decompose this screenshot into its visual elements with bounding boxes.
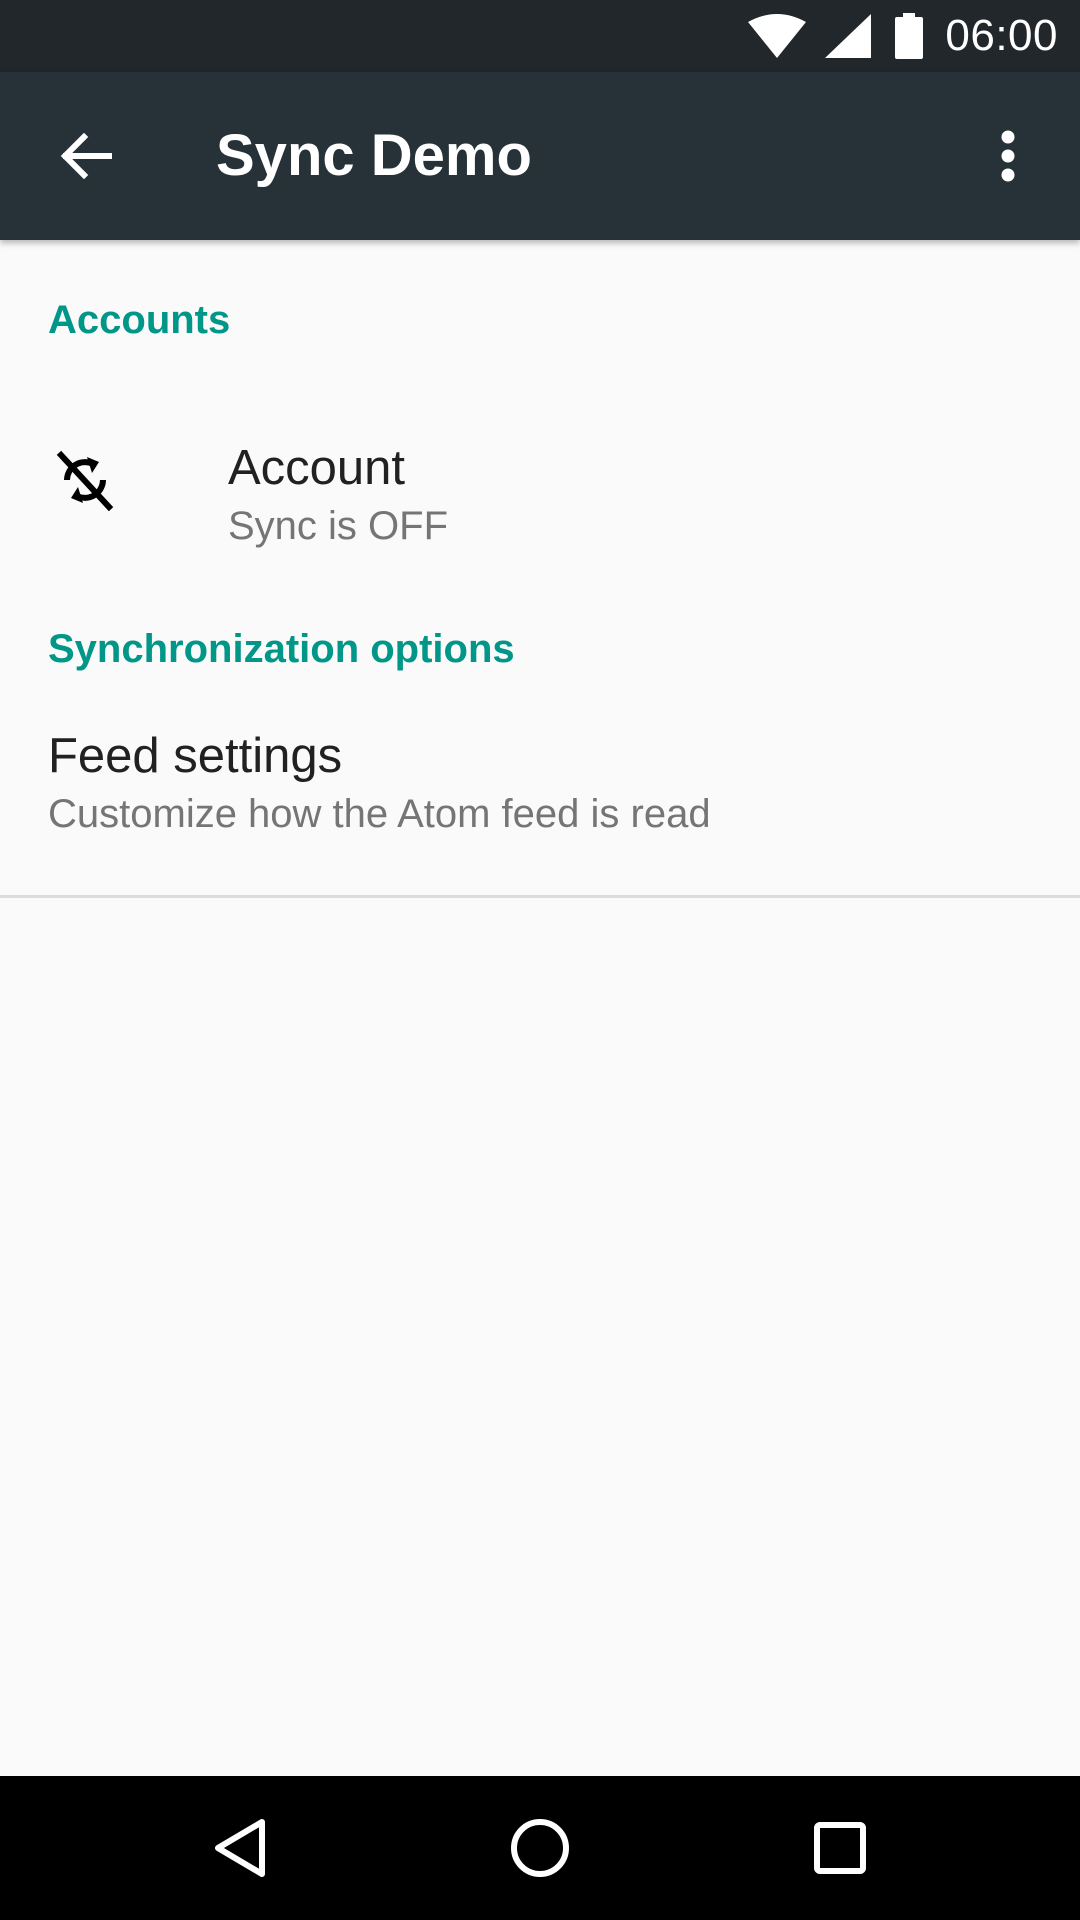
overflow-menu-button[interactable] <box>964 112 1052 200</box>
accounts-category-header: Accounts <box>48 298 231 342</box>
nav-recents-button[interactable] <box>790 1798 890 1898</box>
nav-home-button[interactable] <box>490 1798 590 1898</box>
screen: 06:00 Sync Demo Accounts Account Sync is… <box>0 0 1080 1920</box>
app-title: Sync Demo <box>216 123 532 188</box>
status-icons: 06:00 <box>747 0 1058 72</box>
status-bar: 06:00 <box>0 0 1080 72</box>
home-nav-icon <box>509 1817 571 1879</box>
account-title: Account <box>228 441 406 495</box>
back-button[interactable] <box>42 112 130 200</box>
feed-settings-preference[interactable]: Feed settings Customize how the Atom fee… <box>0 718 1080 868</box>
back-nav-icon <box>210 1817 270 1879</box>
account-preference[interactable]: Account Sync is OFF <box>0 400 1080 560</box>
sync-disabled-icon <box>50 445 120 515</box>
sync-options-category-header: Synchronization options <box>48 627 515 671</box>
navigation-bar <box>0 1776 1080 1920</box>
account-summary: Sync is OFF <box>228 504 449 548</box>
app-bar: Sync Demo <box>0 72 1080 240</box>
overflow-menu-icon <box>1000 130 1016 182</box>
signal-icon <box>825 14 872 58</box>
battery-icon <box>895 13 924 59</box>
list-divider <box>0 895 1080 898</box>
recents-nav-icon <box>813 1821 867 1875</box>
nav-back-button[interactable] <box>190 1798 290 1898</box>
feed-settings-summary: Customize how the Atom feed is read <box>48 792 711 836</box>
feed-settings-title: Feed settings <box>48 729 343 783</box>
wifi-icon <box>747 14 807 58</box>
arrow-back-icon <box>60 133 112 179</box>
status-time: 06:00 <box>945 11 1058 60</box>
